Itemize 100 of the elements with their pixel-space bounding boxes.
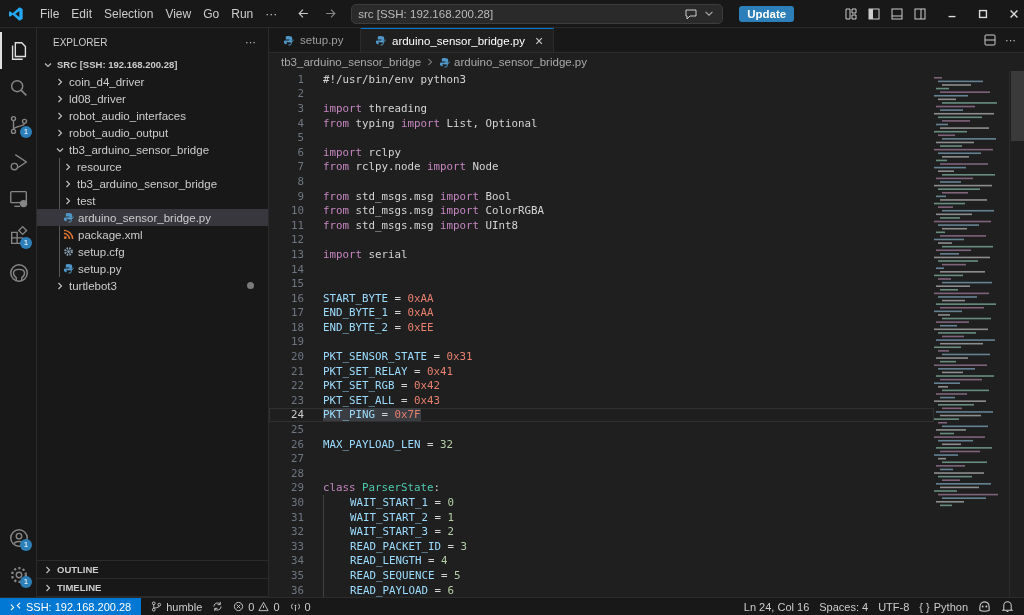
tree-item[interactable]: package.xml — [37, 226, 268, 243]
activity-bar-button[interactable]: 1 — [0, 217, 36, 254]
tree-item[interactable]: setup.py — [37, 260, 268, 277]
branch-indicator[interactable]: humble — [151, 600, 203, 613]
tree-item[interactable]: setup.cfg — [37, 243, 268, 260]
menu-item[interactable]: Go — [197, 4, 226, 23]
chevron-right-icon — [63, 161, 73, 172]
code-line: from typing import List, Optional — [323, 116, 538, 130]
activity-bar-button[interactable]: 1 — [0, 556, 36, 593]
back-arrow-icon[interactable] — [297, 7, 311, 20]
remote-icon — [10, 601, 21, 612]
bell-icon[interactable] — [1001, 600, 1014, 613]
line-number: 2 — [296, 87, 304, 101]
python-file-icon — [283, 34, 294, 46]
source-control-icon — [8, 113, 30, 136]
line-number: 3 — [296, 102, 304, 115]
code-line: WAIT_START_2 = 1 — [350, 510, 455, 524]
cursor-position[interactable]: Ln 24, Col 16 — [743, 600, 810, 613]
layout-icon[interactable] — [844, 6, 858, 21]
update-button[interactable]: Update — [739, 5, 795, 22]
secondary-sidebar-icon[interactable] — [913, 6, 927, 21]
menu-item[interactable]: File — [34, 4, 66, 23]
more-actions[interactable]: ··· — [245, 36, 256, 48]
activity-bar-button[interactable]: 1 — [0, 519, 36, 556]
line-number: 4 — [296, 116, 304, 130]
tree-item[interactable]: tb3_arduino_sensor_bridge — [37, 141, 268, 158]
line-number: 33 — [290, 539, 304, 553]
line-number: 19 — [290, 335, 304, 349]
section-header[interactable]: OUTLINE — [37, 561, 268, 579]
line-number: 11 — [290, 218, 304, 232]
menu-item[interactable]: Edit — [65, 4, 99, 23]
code-line: class ParserState: — [323, 481, 441, 495]
rss-file-icon — [63, 229, 74, 240]
chevron-right-icon — [55, 280, 65, 291]
breadcrumb-item[interactable]: arduino_sensor_bridge.py — [454, 56, 587, 68]
line-number: 15 — [290, 277, 304, 291]
line-number: 32 — [290, 525, 304, 539]
line-number: 34 — [290, 554, 304, 568]
split-editor-icon[interactable] — [983, 33, 997, 47]
tree-item[interactable]: arduino_sensor_bridge.py — [37, 209, 268, 226]
line-number: 6 — [296, 145, 304, 159]
menu-item[interactable]: Run — [225, 4, 260, 23]
tree-item[interactable]: test — [37, 192, 268, 209]
tree-item[interactable]: robot_audio_output — [37, 124, 268, 141]
forward-arrow-icon[interactable] — [324, 7, 338, 20]
tree-item[interactable]: resource — [37, 158, 268, 175]
problems-indicator[interactable]: 0 0 — [233, 600, 280, 613]
tree-item[interactable]: tb3_arduino_sensor_bridge — [37, 175, 268, 192]
notification-badge: 1 — [20, 237, 32, 249]
language-indicator[interactable]: { } Python — [919, 600, 968, 613]
line-number: 10 — [290, 204, 304, 218]
antenna-icon — [289, 601, 301, 612]
copilot-icon[interactable] — [978, 600, 991, 613]
code-line: END_BYTE_2 = 0xEE — [323, 320, 434, 334]
code-line: START_BYTE = 0xAA — [323, 291, 434, 305]
line-number: 20 — [290, 350, 304, 364]
chevron-right-icon — [43, 582, 53, 593]
sidebar-title: EXPLORER — [53, 36, 108, 48]
chat-icon — [684, 6, 699, 21]
notification-badge: 1 — [20, 126, 32, 138]
line-number: 1 — [296, 72, 304, 86]
encoding-indicator[interactable]: UTF-8 — [878, 600, 910, 613]
line-number: 35 — [290, 569, 304, 582]
tree-item[interactable]: turtlebot3 — [37, 277, 268, 294]
menu-item[interactable]: Selection — [98, 4, 160, 23]
command-center[interactable]: src [SSH: 192.168.200.28] — [351, 3, 724, 24]
tree-item[interactable]: ld08_driver — [37, 90, 268, 107]
python-file-icon — [375, 35, 386, 46]
chevron-right-icon — [55, 110, 65, 121]
ports-indicator[interactable]: 0 — [289, 600, 311, 613]
chevron-right-icon — [55, 127, 65, 138]
remote-indicator[interactable]: SSH: 192.168.200.28 — [0, 598, 142, 615]
sync-icon[interactable] — [212, 601, 224, 612]
line-number: 30 — [290, 496, 304, 509]
modified-dot — [247, 282, 254, 289]
code-line: WAIT_START_3 = 2 — [350, 525, 455, 539]
menu-item[interactable]: ··· — [259, 4, 284, 23]
tree-item[interactable]: robot_audio_interfaces — [37, 107, 268, 124]
workspace-header[interactable]: SRC [SSH: 192.168.200.28] — [37, 56, 268, 73]
tree-item[interactable]: coin_d4_driver — [37, 73, 268, 90]
line-number: 9 — [296, 189, 304, 203]
app-logo-icon — [8, 5, 24, 22]
chevron-right-icon — [43, 564, 53, 575]
python-file-icon — [63, 212, 74, 223]
line-number: 28 — [290, 466, 304, 480]
code-line: MAX_PAYLOAD_LEN = 32 — [323, 437, 454, 451]
maximize-icon[interactable] — [977, 7, 989, 20]
panel-toggle-icon[interactable] — [890, 6, 904, 21]
code-line: from std_msgs.msg import Bool — [323, 189, 512, 203]
activity-bar-button[interactable]: 1 — [0, 106, 36, 143]
more-actions[interactable]: ··· — [1005, 34, 1016, 46]
sidebar-toggle-icon[interactable] — [867, 6, 881, 21]
scrollbar[interactable] — [1009, 71, 1024, 597]
close-tab-button[interactable]: × — [535, 32, 544, 49]
error-icon — [233, 601, 245, 612]
breadcrumb-item[interactable]: tb3_arduino_sensor_bridge — [281, 56, 422, 68]
editor-tab[interactable]: arduino_sensor_bridge.py × — [361, 28, 555, 52]
menu-item[interactable]: View — [159, 4, 198, 23]
indentation-indicator[interactable]: Spaces: 4 — [819, 600, 869, 613]
gear-file-icon — [63, 246, 74, 257]
